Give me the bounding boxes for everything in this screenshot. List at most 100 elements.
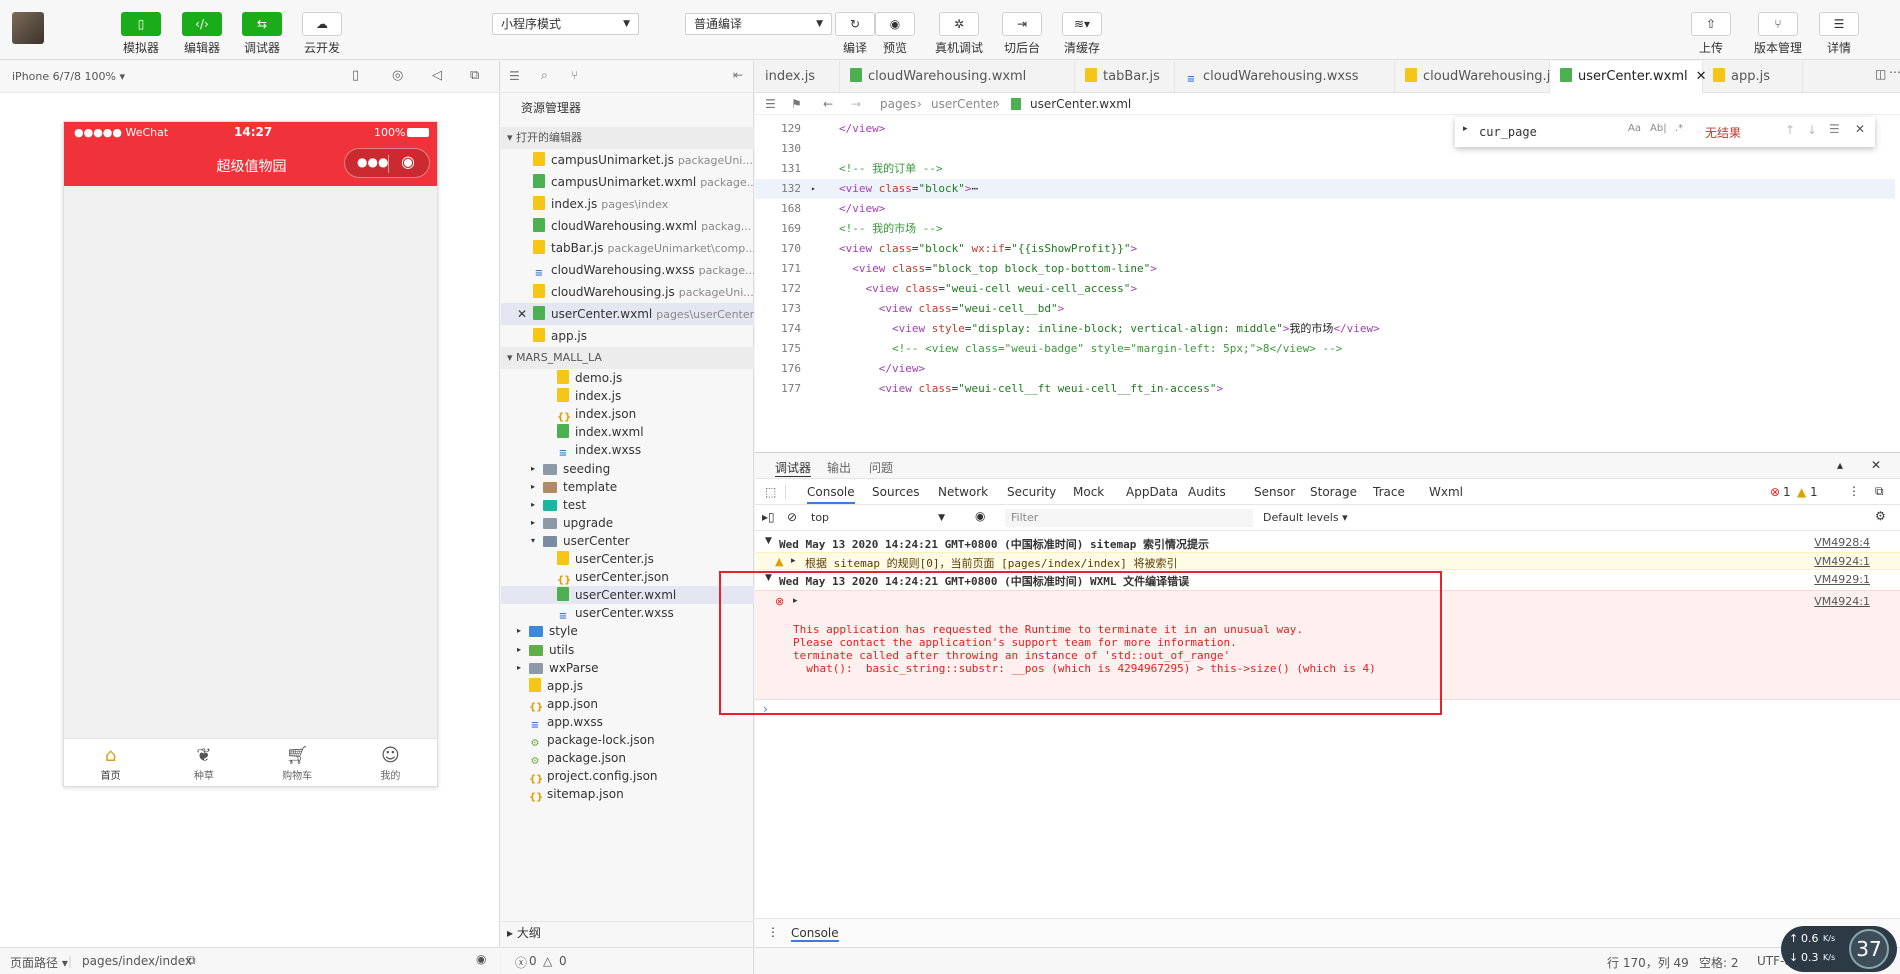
match-case-icon[interactable]: Aa [1628, 123, 1641, 134]
breadcrumb-item[interactable]: userCenter [931, 93, 998, 115]
editor-tab[interactable]: cloudWarehousing.wxml [840, 61, 1075, 93]
chevron-right-icon[interactable]: ▸ [1463, 124, 1468, 134]
project-section[interactable]: ▾ MARS_MALL_LA [501, 347, 754, 369]
arrow-up-icon[interactable]: ↑ [1785, 123, 1795, 137]
tree-file[interactable]: index.wxml [501, 423, 754, 441]
devtools-tab[interactable]: Mock [1073, 485, 1104, 499]
collapse-icon[interactable]: ⇤ [733, 68, 743, 82]
capsule-menu[interactable]: ●●● ◉ [344, 148, 430, 178]
cursor-position[interactable]: 行 170，列 49 [1607, 954, 1689, 971]
tab-debugger[interactable]: 调试器 [775, 459, 812, 477]
devtools-tab[interactable]: Sources [872, 485, 919, 499]
copy-icon[interactable]: ⧉ [187, 953, 196, 968]
more-icon[interactable]: ⋯ [1889, 65, 1900, 79]
tree-folder[interactable]: ▾ userCenter [501, 532, 754, 550]
list-icon[interactable]: ☰ [509, 69, 520, 83]
open-file-item[interactable]: ✕ userCenter.wxml pages\userCenter [501, 303, 754, 325]
tab-problems[interactable]: 问题 [869, 459, 893, 476]
simulator-button[interactable]: ▯ 模拟器 [116, 12, 166, 56]
performance-monitor[interactable]: ↑ 0.6 K/s ↓ 0.3 K/s 37 [1781, 926, 1897, 972]
dock-icon[interactable]: ⧉ [1875, 484, 1884, 499]
outline-section[interactable]: ▸ 大纲 [501, 921, 754, 943]
open-file-item[interactable]: app.js [501, 325, 754, 347]
bookmark-icon[interactable]: ⚑ [791, 93, 802, 115]
phone-icon[interactable]: ▯ [352, 68, 359, 83]
eye-icon[interactable]: ◉ [476, 952, 486, 966]
tree-file[interactable]: ≡ index.wxss [501, 441, 754, 459]
editor-tab[interactable]: cloudWarehousing.js [1395, 61, 1557, 93]
arrow-down-icon[interactable]: ↓ [1807, 123, 1817, 137]
record-icon[interactable]: ◎ [392, 68, 403, 83]
compile-select[interactable]: 普通编译 ▼ [685, 13, 832, 35]
tree-file[interactable]: ≡ app.wxss [501, 713, 754, 731]
cloud-dev-button[interactable]: ☁ 云开发 [297, 12, 347, 56]
inspect-icon[interactable]: ⬚ [765, 485, 776, 499]
devtools-tab[interactable]: Storage [1310, 485, 1357, 499]
editor-tab[interactable]: index.js [755, 61, 840, 93]
version-button[interactable]: ⑂ 版本管理 [1750, 12, 1806, 56]
editor-tab[interactable]: tabBar.js [1075, 61, 1175, 93]
tree-folder[interactable]: ▸ seeding [501, 460, 754, 478]
fold-chevron-icon[interactable]: ▸ [811, 179, 816, 199]
tab-seeding[interactable]: ❦ 种草 [157, 739, 250, 786]
tree-folder[interactable]: ▸ style [501, 622, 754, 640]
tab-mine[interactable]: ☺ 我的 [344, 739, 437, 786]
open-file-item[interactable]: cloudWarehousing.js packageUni... [501, 281, 754, 303]
tree-file[interactable]: demo.js [501, 369, 754, 387]
editor-tab[interactable]: ≡ cloudWarehousing.wxss [1175, 61, 1395, 93]
close-icon[interactable]: ✕ [1855, 122, 1865, 136]
open-file-item[interactable]: campusUnimarket.js packageUni... [501, 149, 754, 171]
chevron-up-icon[interactable]: ▴ [1837, 458, 1843, 472]
source-link[interactable]: VM4928:4 [1814, 536, 1870, 549]
upload-button[interactable]: ⇧ 上传 [1686, 12, 1736, 56]
open-file-item[interactable]: ≡ cloudWarehousing.wxss package... [501, 259, 754, 281]
open-file-item[interactable]: cloudWarehousing.wxml packag... [501, 215, 754, 237]
devtools-tab[interactable]: Audits [1188, 485, 1226, 499]
split-editor-icon[interactable]: ◫ [1875, 67, 1886, 81]
levels-select[interactable]: Default levels ▾ [1263, 511, 1348, 524]
clear-cache-button[interactable]: ≋▾ 清缓存 [1057, 12, 1107, 56]
devtools-tab[interactable]: Network [938, 485, 988, 499]
page-path-select[interactable]: 页面路径 ▾ [10, 954, 68, 971]
tree-folder[interactable]: ▸ utils [501, 641, 754, 659]
tree-file[interactable]: ⚙ package.json [501, 749, 754, 767]
more-icon[interactable]: ●●● [357, 155, 388, 169]
tree-file[interactable]: {} sitemap.json [501, 785, 754, 803]
source-link[interactable]: VM4924:1 [1814, 555, 1870, 568]
whole-word-icon[interactable]: Ab| [1650, 123, 1667, 134]
tree-file[interactable]: {} userCenter.json [501, 568, 754, 586]
devtools-tab[interactable]: Wxml [1429, 485, 1463, 499]
more-vertical-icon[interactable]: ⋮ [1848, 484, 1860, 498]
problems-summary[interactable]: ⓧ 0 △ 0 [501, 947, 754, 974]
list-icon[interactable]: ☰ [765, 93, 776, 115]
eye-icon[interactable]: ◉ [975, 509, 985, 523]
remote-debug-button[interactable]: ✲ 真机调试 [933, 12, 985, 56]
editor-tab[interactable]: app.js [1703, 61, 1803, 93]
forward-arrow-icon[interactable]: → [851, 93, 861, 115]
editor-tab[interactable]: userCenter.wxml ✕ [1550, 61, 1707, 93]
clear-console-icon[interactable]: ⊘ [787, 510, 797, 524]
tree-file[interactable]: {} project.config.json [501, 767, 754, 785]
mode-select[interactable]: 小程序模式 ▼ [492, 13, 639, 35]
tree-file[interactable]: userCenter.wxml [501, 586, 754, 605]
tab-home[interactable]: ⌂ 首页 [64, 739, 157, 786]
sidebar-toggle-icon[interactable]: ▸▯ [762, 510, 775, 524]
user-avatar[interactable] [12, 12, 44, 44]
gear-icon[interactable]: ⚙ [1875, 509, 1886, 523]
details-button[interactable]: ☰ 详情 [1814, 12, 1864, 56]
breadcrumb-item[interactable]: pages [880, 93, 916, 115]
devtools-tab[interactable]: Sensor [1254, 485, 1295, 499]
close-icon[interactable]: ✕ [517, 303, 527, 325]
detach-icon[interactable]: ⧉ [470, 68, 479, 83]
tree-file[interactable]: app.js [501, 677, 754, 695]
devtools-tab[interactable]: Console [807, 485, 855, 504]
debugger-button[interactable]: ⇆ 调试器 [237, 12, 287, 56]
tab-cart[interactable]: 🛒︎ 购物车 [251, 739, 344, 786]
tree-file[interactable]: userCenter.js [501, 550, 754, 568]
selection-icon[interactable]: ☰ [1829, 122, 1840, 136]
tree-file[interactable]: ≡ userCenter.wxss [501, 604, 754, 622]
branch-icon[interactable]: ⑂ [571, 68, 578, 82]
editor-button[interactable]: ‹/› 编辑器 [177, 12, 227, 56]
source-link[interactable]: VM4929:1 [1814, 573, 1870, 586]
open-file-item[interactable]: index.js pages\index [501, 193, 754, 215]
